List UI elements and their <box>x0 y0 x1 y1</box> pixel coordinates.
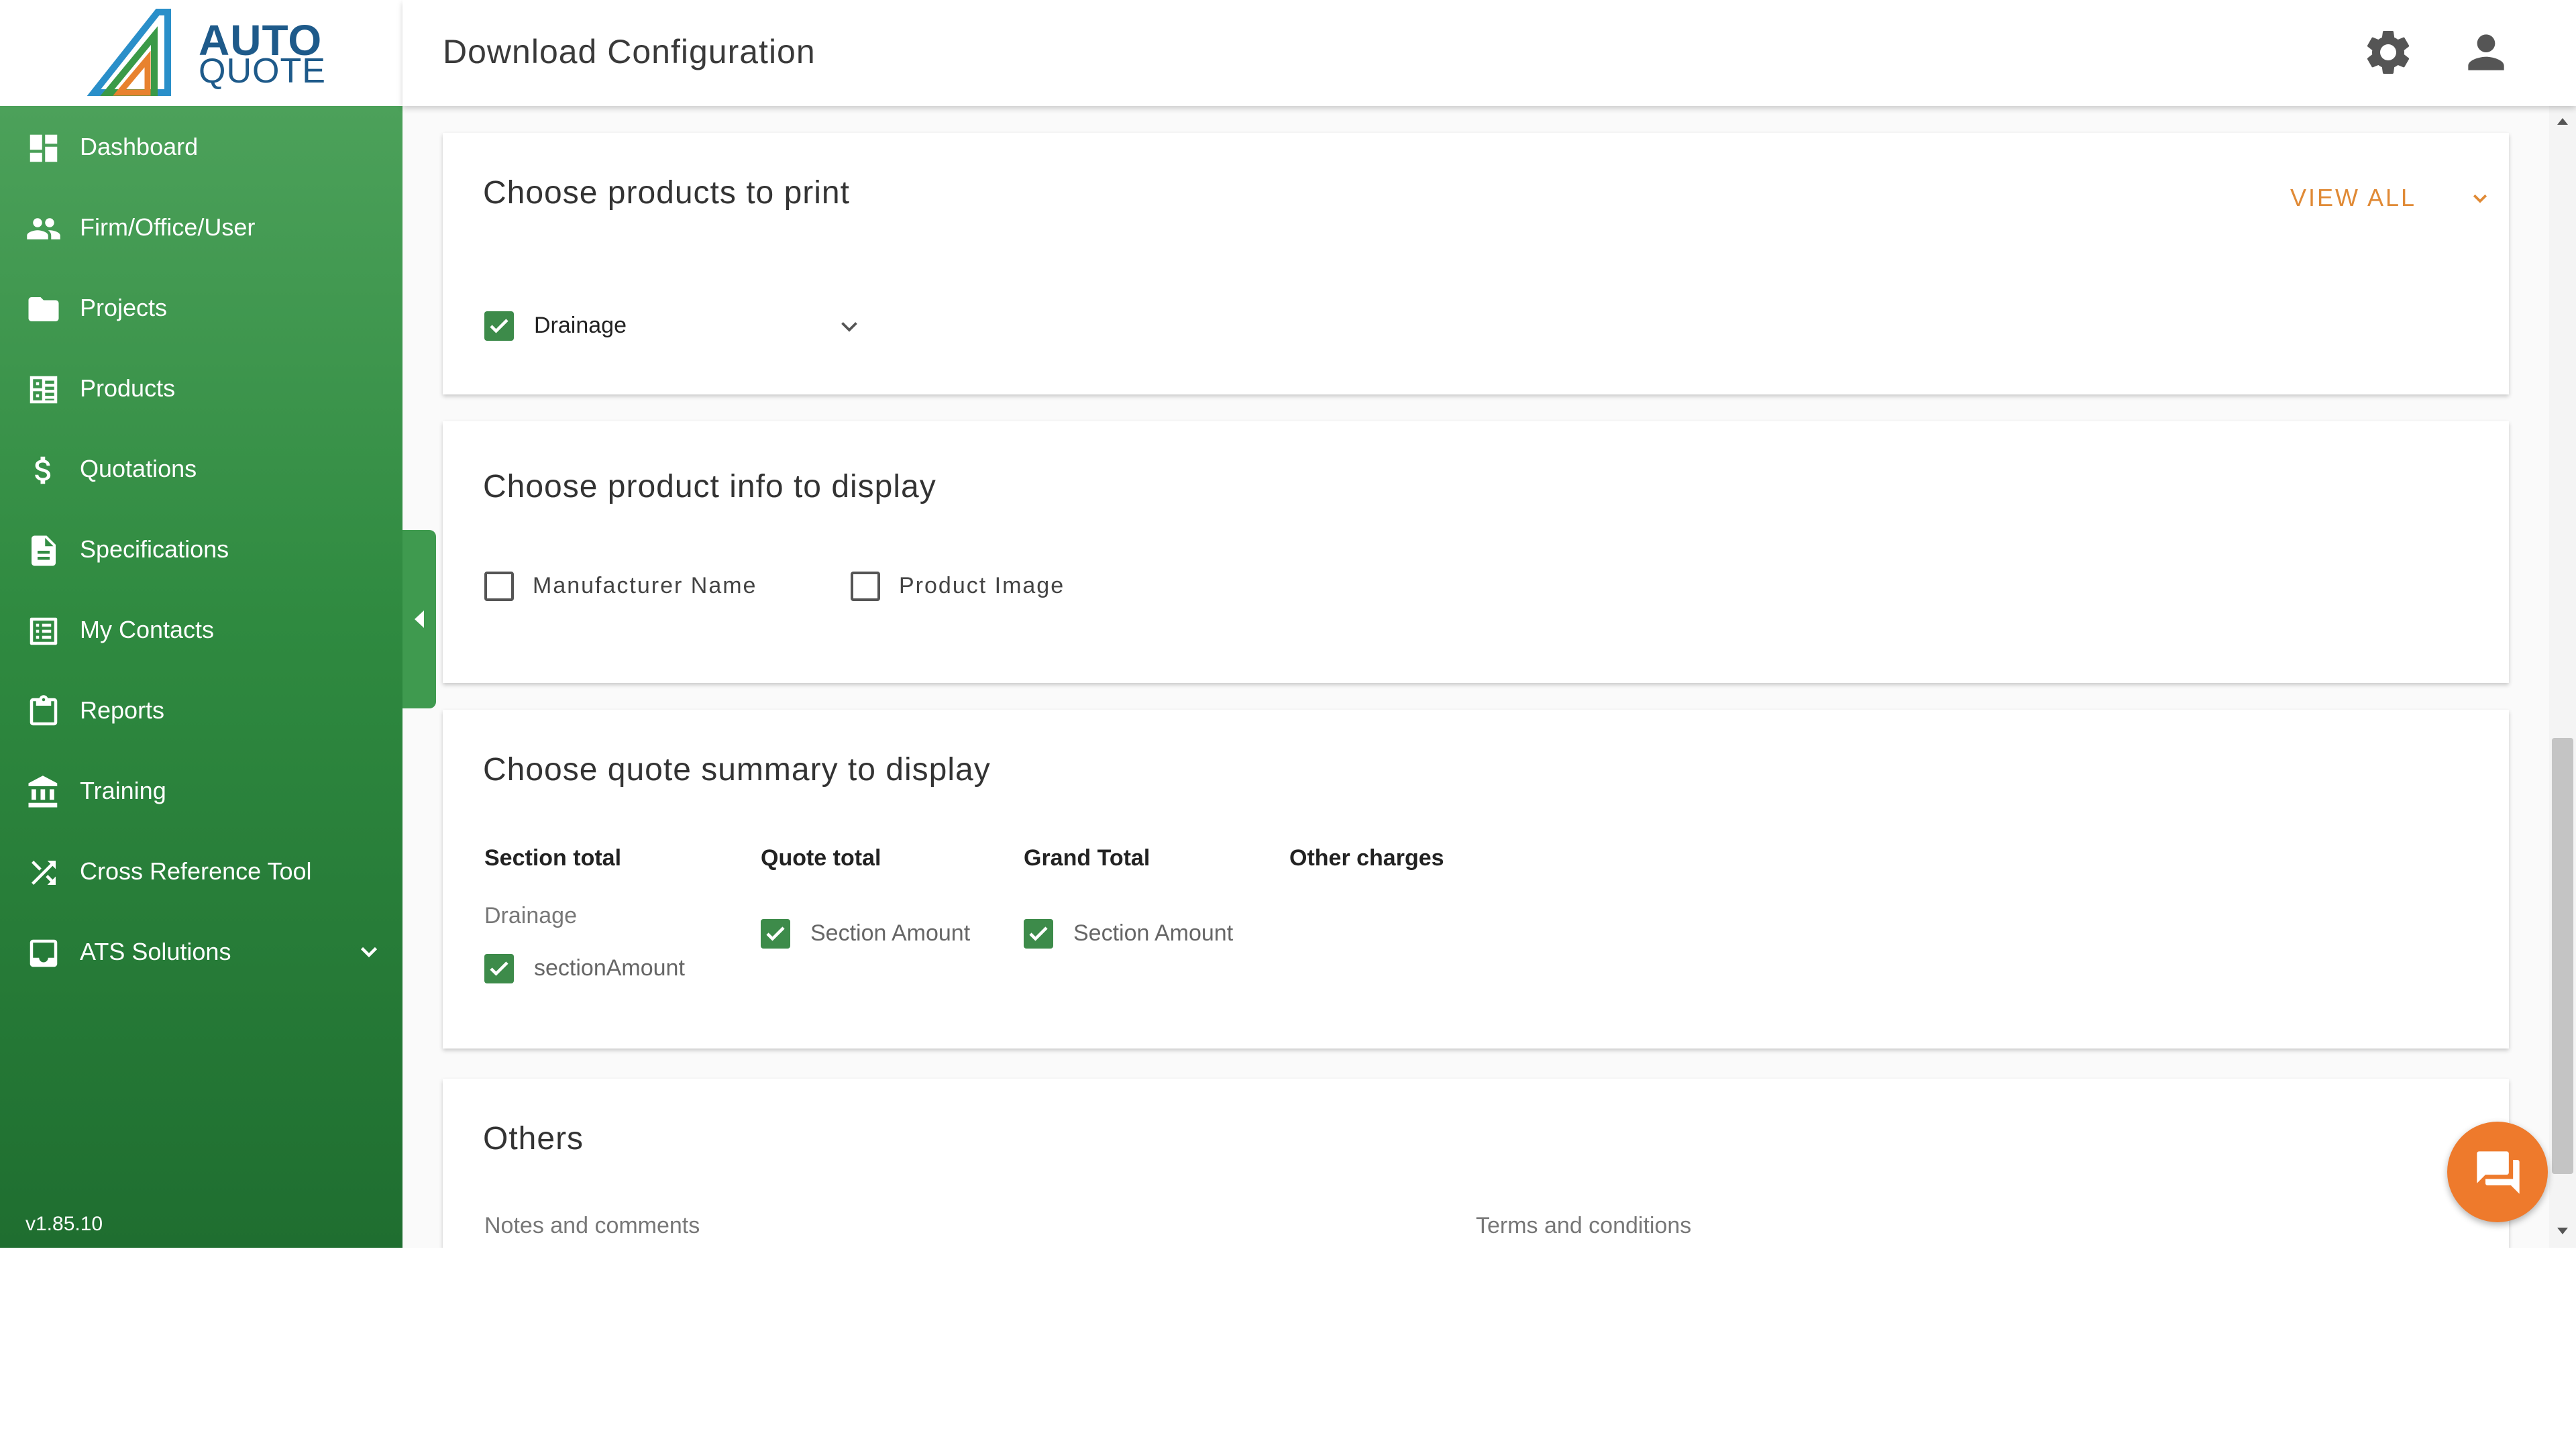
quote-total-section-amount-label: Section Amount <box>810 920 971 946</box>
list-icon <box>30 617 58 645</box>
page-title: Download Configuration <box>443 33 816 70</box>
view-all-button[interactable]: VIEW ALL <box>2290 184 2416 212</box>
product-image-label: Product Image <box>899 573 1065 598</box>
sidebar-item-label: Firm/Office/User <box>80 213 256 241</box>
logo-text-quote: QUOTE <box>199 52 326 91</box>
chat-button[interactable] <box>2447 1122 2548 1222</box>
sidebar-item-reports[interactable]: Reports <box>0 669 402 750</box>
sidebar-item-ats-solutions[interactable]: ATS Solutions <box>0 911 402 991</box>
drainage-checkbox[interactable] <box>484 311 514 341</box>
drainage-label: Drainage <box>534 313 627 338</box>
dashboard-icon <box>30 134 58 162</box>
sidebar-item-projects[interactable]: Projects <box>0 267 402 347</box>
sidebar-item-label: My Contacts <box>80 616 215 643</box>
section-total-subheader: Drainage <box>484 903 577 928</box>
grand-total-section-amount-checkbox[interactable] <box>1024 919 1053 949</box>
scroll-up-arrow-icon[interactable] <box>2555 113 2571 129</box>
chat-icon <box>2477 1151 2520 1194</box>
main-content: Choose products to print VIEW ALL Draina… <box>402 106 2549 1248</box>
sidebar: AUTO QUOTE Dashboard Firm/Office/User Pr… <box>0 0 402 1248</box>
scroll-down-arrow-icon[interactable] <box>2555 1224 2571 1240</box>
inbox-icon <box>30 939 58 967</box>
terms-and-conditions-label: Terms and conditions <box>1476 1213 1692 1238</box>
product-image-checkbox[interactable] <box>851 572 880 601</box>
others-card: Others Notes and comments Terms and cond… <box>443 1079 2509 1248</box>
top-header: Download Configuration <box>402 0 2576 106</box>
products-icon <box>30 376 58 404</box>
sidebar-item-products[interactable]: Products <box>0 347 402 428</box>
institution-icon <box>28 775 58 808</box>
chevron-down-icon[interactable] <box>837 314 861 338</box>
sidebar-item-label: Dashboard <box>80 133 199 160</box>
quote-summary-card-title: Choose quote summary to display <box>483 752 991 788</box>
chevron-down-icon[interactable] <box>2470 188 2490 208</box>
sidebar-item-label: Cross Reference Tool <box>80 857 312 885</box>
manufacturer-name-label: Manufacturer Name <box>533 573 757 598</box>
folder-icon <box>28 297 59 321</box>
section-amount-checkbox[interactable] <box>484 954 514 983</box>
notes-and-comments-label: Notes and comments <box>484 1213 700 1238</box>
sidebar-item-label: Quotations <box>80 455 197 482</box>
sidebar-nav: Dashboard Firm/Office/User Projects Prod… <box>0 106 402 1248</box>
sidebar-item-dashboard[interactable]: Dashboard <box>0 106 402 186</box>
sidebar-item-label: Training <box>80 777 166 804</box>
grand-total-section-amount-label: Section Amount <box>1073 920 1234 946</box>
sidebar-item-label: ATS Solutions <box>80 938 231 965</box>
people-icon <box>27 218 60 239</box>
sidebar-item-firm-office-user[interactable]: Firm/Office/User <box>0 186 402 267</box>
sidebar-item-label: Specifications <box>80 535 229 563</box>
sidebar-item-quotations[interactable]: Quotations <box>0 428 402 508</box>
grand-total-header: Grand Total <box>1024 845 1150 871</box>
quote-total-header: Quote total <box>761 845 881 871</box>
document-icon <box>32 535 56 566</box>
quote-summary-card: Choose quote summary to display Section … <box>443 710 2509 1049</box>
logo-mark-icon <box>87 9 171 96</box>
others-card-title: Others <box>483 1121 584 1157</box>
sidebar-item-my-contacts[interactable]: My Contacts <box>0 589 402 669</box>
sidebar-item-cross-reference-tool[interactable]: Cross Reference Tool <box>0 830 402 911</box>
scrollbar-thumb[interactable] <box>2552 738 2573 1174</box>
gear-icon[interactable] <box>2361 25 2415 79</box>
products-card: Choose products to print VIEW ALL Draina… <box>443 133 2509 394</box>
app-window: AUTO QUOTE Dashboard Firm/Office/User Pr… <box>0 0 2576 1248</box>
product-info-card: Choose product info to display Manufactu… <box>443 421 2509 683</box>
manufacturer-name-checkbox[interactable] <box>484 572 514 601</box>
other-charges-header: Other charges <box>1289 845 1444 871</box>
app-version: v1.85.10 <box>25 1213 103 1235</box>
sidebar-item-specifications[interactable]: Specifications <box>0 508 402 589</box>
sidebar-item-label: Reports <box>80 696 165 724</box>
quote-total-section-amount-checkbox[interactable] <box>761 919 790 949</box>
shuffle-icon <box>32 861 56 885</box>
section-total-header: Section total <box>484 845 622 871</box>
user-icon[interactable] <box>2459 25 2513 79</box>
sidebar-item-label: Projects <box>80 294 168 321</box>
sidebar-item-training[interactable]: Training <box>0 750 402 830</box>
product-info-card-title: Choose product info to display <box>483 469 936 504</box>
sidebar-item-label: Products <box>80 374 176 402</box>
products-card-title: Choose products to print <box>483 175 850 211</box>
section-amount-label: sectionAmount <box>534 955 685 981</box>
clipboard-icon <box>30 695 58 726</box>
dollar-icon <box>35 456 51 484</box>
chevron-down-icon[interactable] <box>357 939 381 963</box>
logo[interactable]: AUTO QUOTE <box>0 0 402 106</box>
